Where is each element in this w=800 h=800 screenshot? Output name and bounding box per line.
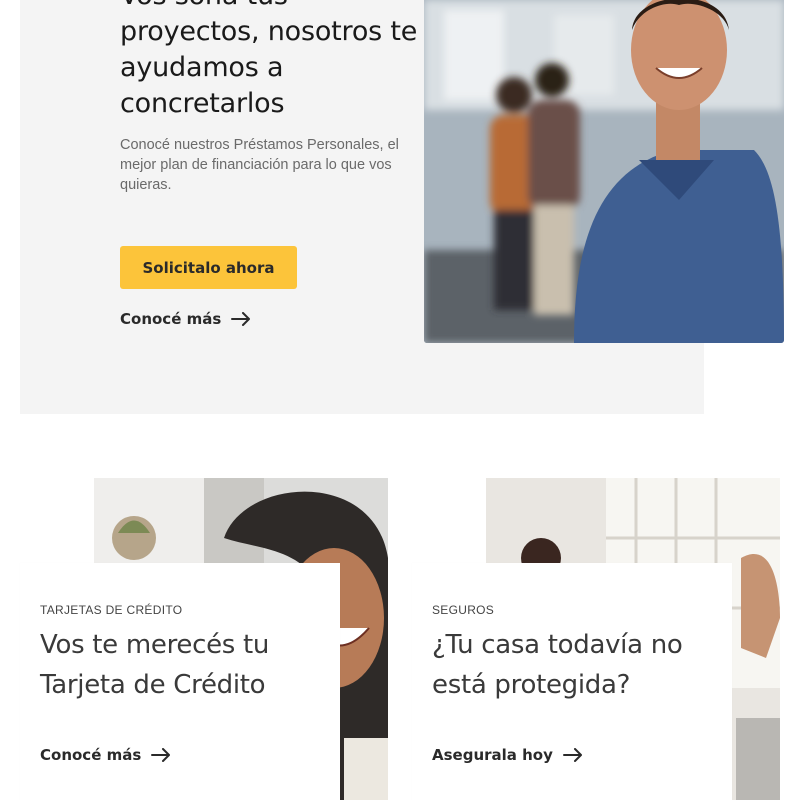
card-insurance: SEGUROS ¿Tu casa todavía no está protegi…	[412, 563, 732, 800]
hero-photo	[424, 0, 784, 343]
solicitalo-ahora-button[interactable]: Solicitalo ahora	[120, 246, 297, 289]
card-credit-title: Vos te merecés tu Tarjeta de Crédito	[40, 630, 270, 700]
hero-description: Conocé nuestros Préstamos Personales, el…	[120, 137, 399, 193]
card-insurance-link-label: Asegurala hoy	[432, 746, 553, 764]
card-credit-eyebrow: TARJETAS DE CRÉDITO	[40, 603, 183, 617]
hero-title: Vos soñá tus proyectos, nosotros te ayud…	[120, 0, 418, 119]
hero-conoce-mas-link[interactable]: Conocé más	[120, 310, 251, 328]
card-credit: TARJETAS DE CRÉDITO Vos te merecés tu Ta…	[20, 563, 340, 800]
card-insurance-asegurala-link[interactable]: Asegurala hoy	[432, 746, 583, 764]
hero-link-label: Conocé más	[120, 310, 222, 328]
card-insurance-eyebrow: SEGUROS	[432, 603, 495, 617]
card-credit-conoce-mas-link[interactable]: Conocé más	[40, 746, 171, 764]
card-insurance-title: ¿Tu casa todavía no está protegida?	[432, 630, 683, 700]
arrow-right-icon	[151, 748, 171, 762]
card-credit-link-label: Conocé más	[40, 746, 142, 764]
arrow-right-icon	[231, 312, 251, 326]
man-smiling-photo-icon	[424, 0, 784, 343]
arrow-right-icon	[562, 748, 582, 762]
